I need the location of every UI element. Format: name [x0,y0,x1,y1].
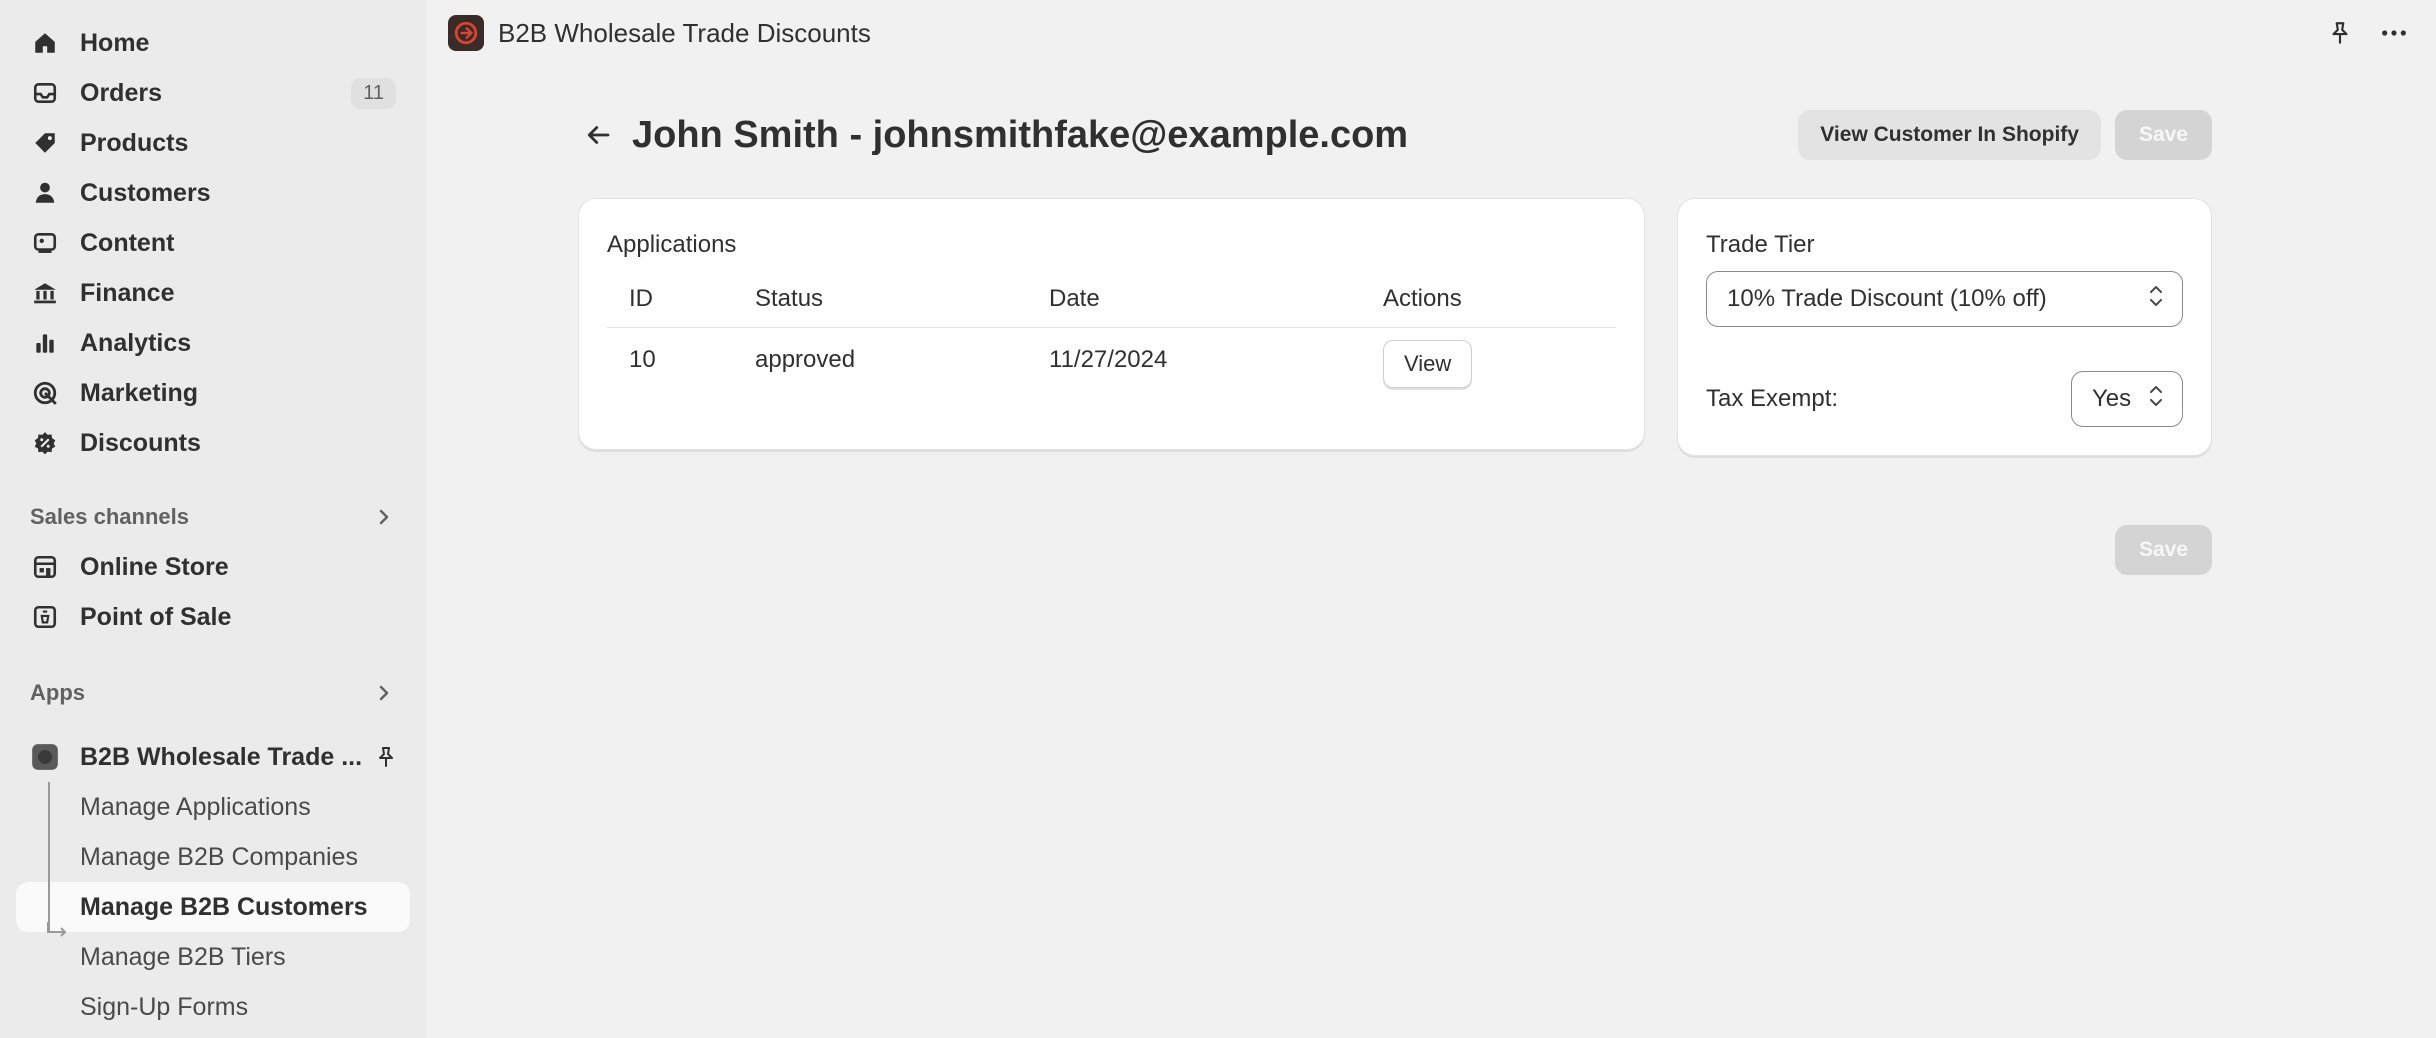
page-header: John Smith - johnsmithfake@example.com V… [578,110,2212,160]
bank-icon [30,278,60,308]
app-sub-nav: Manage Applications Manage B2B Companies… [16,782,410,1032]
sales-channels-heading[interactable]: Sales channels [16,492,410,542]
cell-status: approved [755,346,856,373]
tag-icon [30,128,60,158]
sub-item-label: Manage Applications [80,792,311,821]
nav-label: Online Store [80,552,229,581]
bar-chart-icon [30,328,60,358]
tax-exempt-label: Tax Exempt: [1706,385,1839,412]
pin-icon[interactable] [372,743,400,771]
save-button-bottom[interactable]: Save [2114,525,2212,575]
inbox-icon [30,78,60,108]
sub-item-manage-b2b-companies[interactable]: Manage B2B Companies [16,832,410,882]
app-logo [448,15,484,51]
trade-tier-select[interactable]: 10% Trade Discount (10% off) [1706,271,2183,327]
app-title: B2B Wholesale Trade Discounts [498,17,871,48]
cards-row: Applications ID Status Date Actions 10 a… [578,198,2212,456]
trade-tier-value: 10% Trade Discount (10% off) [1727,285,2047,312]
back-arrow-icon[interactable] [578,115,618,155]
sub-item-label: Sign-Up Forms [80,992,249,1021]
store-icon [30,552,60,582]
sub-item-sign-up-forms[interactable]: Sign-Up Forms [16,982,410,1032]
trade-tier-card: Trade Tier 10% Trade Discount (10% off) … [1677,198,2212,456]
nav-customers[interactable]: Customers [16,168,410,218]
nav-app-b2b-wholesale[interactable]: B2B Wholesale Trade ... [16,732,410,782]
app-topbar: B2B Wholesale Trade Discounts [426,0,2436,66]
more-options-icon[interactable] [2374,13,2414,53]
applications-table: ID Status Date Actions 10 approved 11/27… [607,277,1617,399]
image-icon [30,228,60,258]
sidebar: Home Orders 11 Products Customers Conten… [0,0,426,1038]
pos-icon [30,602,60,632]
orders-count-badge: 11 [351,77,396,109]
sub-item-label: Manage B2B Tiers [80,942,286,971]
nav-label: B2B Wholesale Trade ... [80,742,363,771]
nav-label: Orders [80,78,162,107]
cell-id: 10 [629,346,656,373]
sub-item-manage-b2b-tiers[interactable]: Manage B2B Tiers [16,932,410,982]
nav-orders[interactable]: Orders 11 [16,68,410,118]
tree-line [48,782,50,932]
sub-item-label: Manage B2B Customers [80,892,368,921]
sub-item-manage-b2b-customers[interactable]: Manage B2B Customers [16,882,410,932]
target-icon [30,378,60,408]
main-nav: Home Orders 11 Products Customers Conten… [16,18,410,468]
table-row: 10 approved 11/27/2024 View [607,328,1616,399]
nav-label: Marketing [80,378,199,407]
nav-label: Content [80,228,175,257]
app-icon [30,742,60,772]
tax-exempt-select[interactable]: Yes [2071,371,2183,427]
main-area: B2B Wholesale Trade Discounts John Smith… [426,0,2436,1038]
sub-item-manage-applications[interactable]: Manage Applications [16,782,410,832]
trade-tier-label: Trade Tier [1706,231,1815,258]
nav-label: Point of Sale [80,602,232,631]
nav-online-store[interactable]: Online Store [16,542,410,592]
nav-home[interactable]: Home [16,18,410,68]
nav-label: Products [80,128,189,157]
nav-label: Customers [80,178,211,207]
nav-label: Analytics [80,328,192,357]
column-header: Status [733,277,1027,328]
nav-analytics[interactable]: Analytics [16,318,410,368]
section-label: Sales channels [30,504,189,529]
nav-label: Finance [80,278,175,307]
tree-arrow-icon [47,922,69,947]
person-icon [30,178,60,208]
chevron-right-icon [372,681,396,705]
applications-card: Applications ID Status Date Actions 10 a… [578,198,1646,450]
nav-label: Discounts [80,428,201,457]
nav-label: Home [80,28,150,57]
nav-products[interactable]: Products [16,118,410,168]
nav-content[interactable]: Content [16,218,410,268]
view-customer-in-shopify-button[interactable]: View Customer In Shopify [1798,110,2101,160]
nav-finance[interactable]: Finance [16,268,410,318]
section-label: Apps [30,680,85,705]
select-chevrons-icon [2146,282,2166,317]
nav-marketing[interactable]: Marketing [16,368,410,418]
pin-icon[interactable] [2320,13,2360,53]
sub-item-label: Manage B2B Companies [80,842,358,871]
bottom-actions: Save [2101,525,2212,575]
page-title: John Smith - johnsmithfake@example.com [632,113,1409,156]
chevron-right-icon [372,505,396,529]
nav-point-of-sale[interactable]: Point of Sale [16,592,410,642]
discount-icon [30,428,60,458]
cell-date: 11/27/2024 [1049,346,1168,373]
column-header: ID [607,277,733,328]
nav-discounts[interactable]: Discounts [16,418,410,468]
tax-exempt-row: Tax Exempt: Yes [1706,371,2183,427]
column-header: Actions [1361,277,1617,328]
tax-exempt-value: Yes [2092,385,2132,412]
app-root: Home Orders 11 Products Customers Conten… [0,0,2436,1038]
applications-heading: Applications [607,231,737,258]
column-header: Date [1027,277,1361,328]
view-application-button[interactable]: View [1383,340,1473,388]
apps-heading[interactable]: Apps [16,668,410,718]
page-content: John Smith - johnsmithfake@example.com V… [578,110,2212,575]
cell-actions: View [1361,328,1616,399]
table-header-row: ID Status Date Actions [607,277,1617,328]
home-icon [30,28,60,58]
save-button-top[interactable]: Save [2114,110,2212,160]
select-chevrons-icon [2146,382,2166,417]
